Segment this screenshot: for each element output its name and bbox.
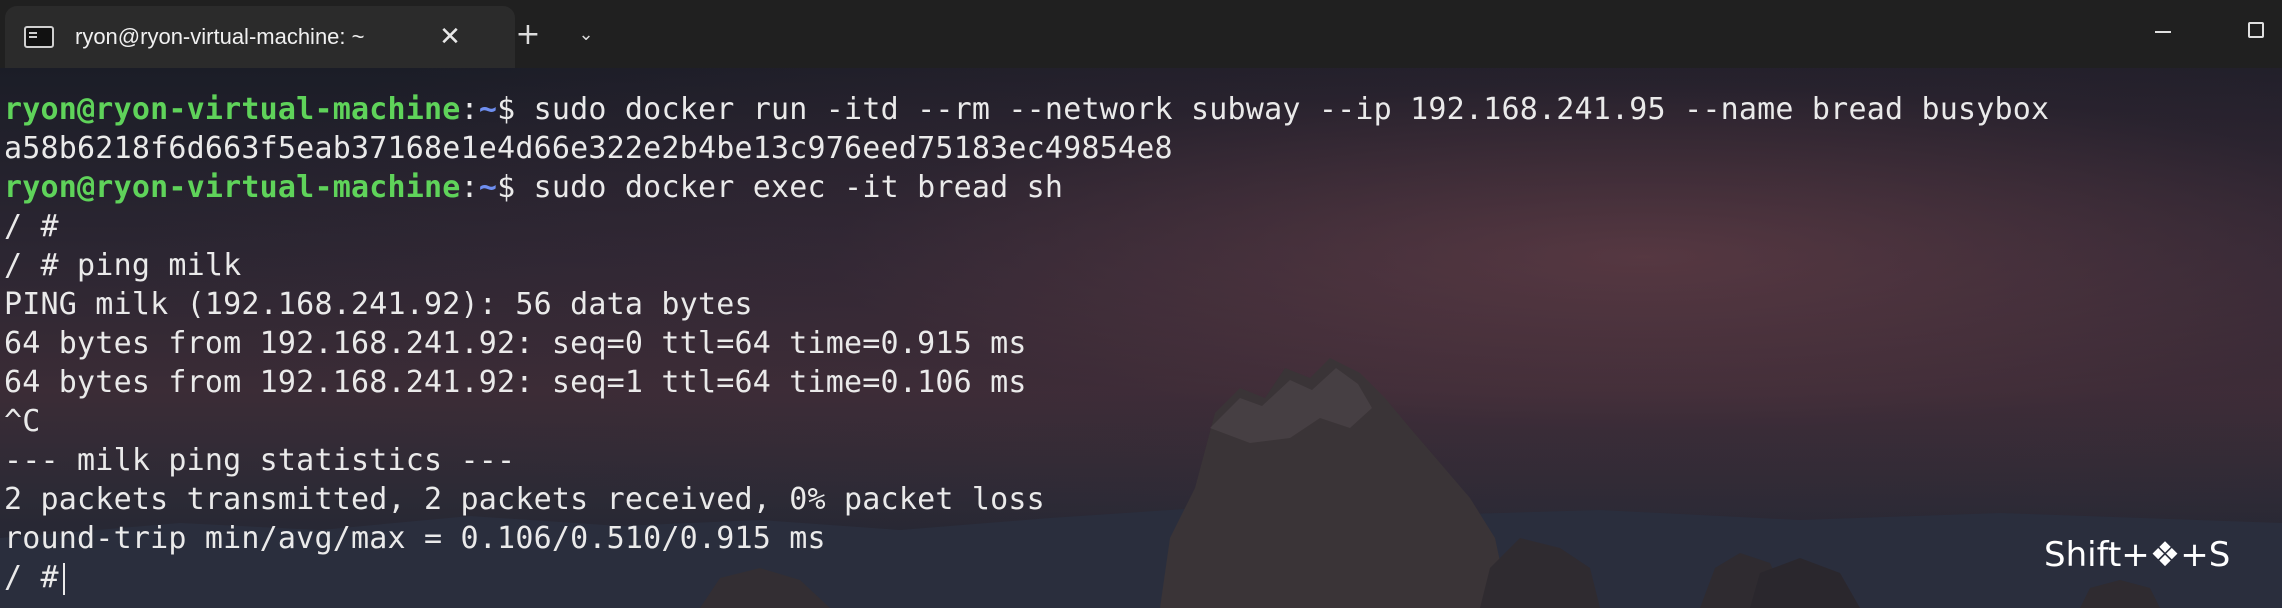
- plus-icon[interactable]: +: [508, 17, 548, 53]
- command-text: sudo docker exec -it bread sh: [533, 170, 1064, 205]
- maximize-icon[interactable]: [2234, 14, 2278, 48]
- title-bar: ryon@ryon-virtual-machine: ~ ✕ + ⌄: [0, 0, 2282, 68]
- output-line: a58b6218f6d663f5eab37168e1e4d66e322e2b4b…: [4, 131, 1173, 166]
- minimize-icon[interactable]: [2141, 14, 2185, 48]
- output-line: 64 bytes from 192.168.241.92: seq=1 ttl=…: [4, 365, 1027, 400]
- close-icon[interactable]: ✕: [433, 20, 467, 54]
- terminal-output[interactable]: ryon@ryon-virtual-machine:~$ sudo docker…: [4, 90, 2274, 600]
- output-line: round-trip min/avg/max = 0.106/0.510/0.9…: [4, 521, 826, 556]
- prompt-symbol: $: [497, 170, 534, 205]
- prompt-colon: :: [460, 92, 479, 127]
- prompt-colon: :: [460, 170, 479, 205]
- terminal-icon: [24, 26, 54, 48]
- prompt-user: ryon@ryon-virtual-machine: [4, 170, 461, 205]
- command-text: sudo docker run -itd --rm --network subw…: [533, 92, 2050, 127]
- command-line: ryon@ryon-virtual-machine:~$ sudo docker…: [4, 168, 2274, 207]
- prompt-user: ryon@ryon-virtual-machine: [4, 92, 461, 127]
- terminal-tab[interactable]: ryon@ryon-virtual-machine: ~ ✕: [5, 6, 515, 68]
- text-cursor: [62, 562, 65, 595]
- output-line: --- milk ping statistics ---: [4, 443, 516, 478]
- shell-prompt: / #: [4, 560, 59, 595]
- output-line: PING milk (192.168.241.92): 56 data byte…: [4, 287, 753, 322]
- current-prompt-line[interactable]: / #: [4, 558, 2274, 597]
- command-line: ryon@ryon-virtual-machine:~$ sudo docker…: [4, 90, 2274, 129]
- prompt-symbol: $: [497, 92, 534, 127]
- output-line: 2 packets transmitted, 2 packets receive…: [4, 482, 1045, 517]
- prompt-path: ~: [478, 92, 498, 127]
- tab-title: ryon@ryon-virtual-machine: ~: [75, 24, 365, 49]
- shortcut-hint: Shift+❖+S: [2044, 535, 2231, 575]
- prompt-path: ~: [478, 170, 498, 205]
- output-line: ^C: [4, 404, 41, 439]
- output-line: / #: [4, 209, 59, 244]
- output-line: / # ping milk: [4, 248, 242, 283]
- output-line: 64 bytes from 192.168.241.92: seq=0 ttl=…: [4, 326, 1027, 361]
- chevron-down-icon[interactable]: ⌄: [568, 17, 604, 53]
